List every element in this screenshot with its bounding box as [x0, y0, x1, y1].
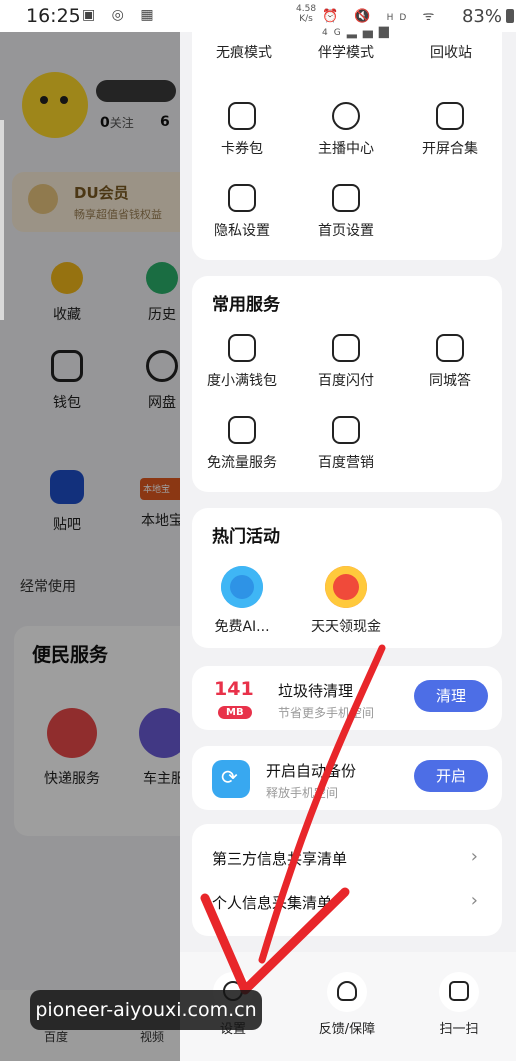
quickpay-label: 百度闪付 — [318, 373, 374, 389]
network-speed-unit: K/s — [299, 14, 313, 24]
privacy-item[interactable]: 隐私设置 — [192, 184, 292, 240]
privacy-label: 隐私设置 — [214, 223, 270, 239]
duxiaoman-item[interactable]: 度小满钱包 — [192, 334, 292, 390]
hot-activities-card: 热门活动 免费AI... 天天领现金 — [192, 508, 502, 648]
info-list-card: 第三方信息共享清单 › 个人信息采集清单 › — [192, 824, 502, 936]
backup-title: 开启自动备份 — [266, 762, 357, 780]
microphone-icon — [332, 102, 360, 130]
recycle-bin[interactable]: 回收站 — [430, 42, 472, 62]
daily-cash-label: 天天领现金 — [311, 619, 381, 635]
building-icon — [436, 334, 464, 362]
net-type: 4G — [322, 28, 347, 38]
feedback-button[interactable]: 反馈/保障 — [302, 972, 392, 1037]
ticket-icon — [228, 102, 256, 130]
camera-icon — [221, 566, 263, 608]
local-answer-label: 同城答 — [429, 373, 471, 389]
junk-unit: MB — [218, 706, 252, 719]
status-time: 16:25 — [26, 5, 81, 27]
free-ai-item[interactable]: 免费AI... — [192, 566, 292, 636]
scan-label: 扫一扫 — [439, 1022, 479, 1037]
splash-item[interactable]: 开屏合集 — [400, 102, 500, 158]
tools-card: 无痕模式 伴学模式 回收站 卡券包 主播中心 开屏合集 隐私设置 首页设置 — [192, 32, 502, 260]
anchor-label: 主播中心 — [318, 141, 374, 157]
coupon-label: 卡券包 — [221, 141, 263, 157]
backup-subtitle: 释放手机空间 — [266, 786, 339, 800]
clean-title: 垃圾待清理 — [278, 682, 354, 700]
clean-button[interactable]: 清理 — [414, 680, 488, 712]
anchor-item[interactable]: 主播中心 — [296, 102, 396, 158]
home-settings-label: 首页设置 — [318, 223, 374, 239]
incognito-mode[interactable]: 无痕模式 — [216, 42, 272, 62]
chevron-right-icon: › — [470, 846, 478, 867]
red-envelope-icon — [325, 566, 367, 608]
common-services-title: 常用服务 — [212, 295, 280, 315]
feedback-label: 反馈/保障 — [318, 1022, 376, 1037]
wallet-outline-icon — [228, 334, 256, 362]
personal-info-list[interactable]: 个人信息采集清单 — [212, 892, 332, 913]
hot-activities-title: 热门活动 — [212, 527, 280, 547]
hd-indicator: HD — [386, 13, 413, 23]
privacy-user-icon — [228, 184, 256, 212]
marketing-label: 百度营销 — [318, 455, 374, 471]
splash-label: 开屏合集 — [422, 141, 478, 157]
marketing-item[interactable]: 百度营销 — [296, 416, 396, 472]
backup-card[interactable]: 开启自动备份 释放手机空间 开启 — [192, 746, 502, 810]
network-speed-value: 4.58 — [296, 4, 317, 14]
clean-subtitle: 节省更多手机空间 — [278, 706, 375, 720]
battery-level: 83% — [461, 6, 502, 27]
chevron-right-icon: › — [470, 890, 478, 911]
chart-icon — [332, 416, 360, 444]
feedback-shield-icon — [327, 972, 367, 1012]
free-ai-label: 免费AI... — [214, 619, 270, 635]
third-party-list[interactable]: 第三方信息共享清单 — [212, 848, 347, 869]
common-services-card: 常用服务 度小满钱包 百度闪付 同城答 免流量服务 百度营销 — [192, 276, 502, 492]
data-icon — [228, 416, 256, 444]
watermark: pioneer-aiyouxi.com.cn — [30, 990, 262, 1030]
enable-backup-button[interactable]: 开启 — [414, 760, 488, 792]
battery-icon — [506, 9, 514, 23]
study-mode[interactable]: 伴学模式 — [318, 42, 374, 62]
scan-icon — [439, 972, 479, 1012]
notification-icons: ▣ ◎ ▦ — [82, 7, 160, 23]
quickpay-item[interactable]: 百度闪付 — [296, 334, 396, 390]
network-speed: 4.58 K/s — [296, 4, 316, 24]
home-settings-item[interactable]: 首页设置 — [296, 184, 396, 240]
image-icon — [436, 102, 464, 130]
coupon-item[interactable]: 卡券包 — [192, 102, 292, 158]
daily-cash-item[interactable]: 天天领现金 — [296, 566, 396, 636]
status-bar: 16:25 ▣ ◎ ▦ 4.58 K/s ⏰ 🔇 HD ᯤ 4G▂▄▆ 83% — [0, 0, 516, 39]
sync-icon — [212, 760, 250, 798]
duxiaoman-label: 度小满钱包 — [207, 373, 277, 389]
local-answer-item[interactable]: 同城答 — [400, 334, 500, 390]
side-drawer: 无痕模式 伴学模式 回收站 卡券包 主播中心 开屏合集 隐私设置 首页设置 常用… — [180, 32, 516, 1061]
dim-overlay[interactable] — [0, 0, 180, 1061]
edge-handle — [0, 120, 4, 320]
free-data-item[interactable]: 免流量服务 — [192, 416, 292, 472]
free-data-label: 免流量服务 — [207, 455, 277, 471]
scan-button[interactable]: 扫一扫 — [414, 972, 504, 1037]
home-settings-icon — [332, 184, 360, 212]
scan-pay-icon — [332, 334, 360, 362]
junk-size: 141 — [214, 678, 254, 700]
clean-card[interactable]: 141 MB 垃圾待清理 节省更多手机空间 清理 — [192, 666, 502, 730]
